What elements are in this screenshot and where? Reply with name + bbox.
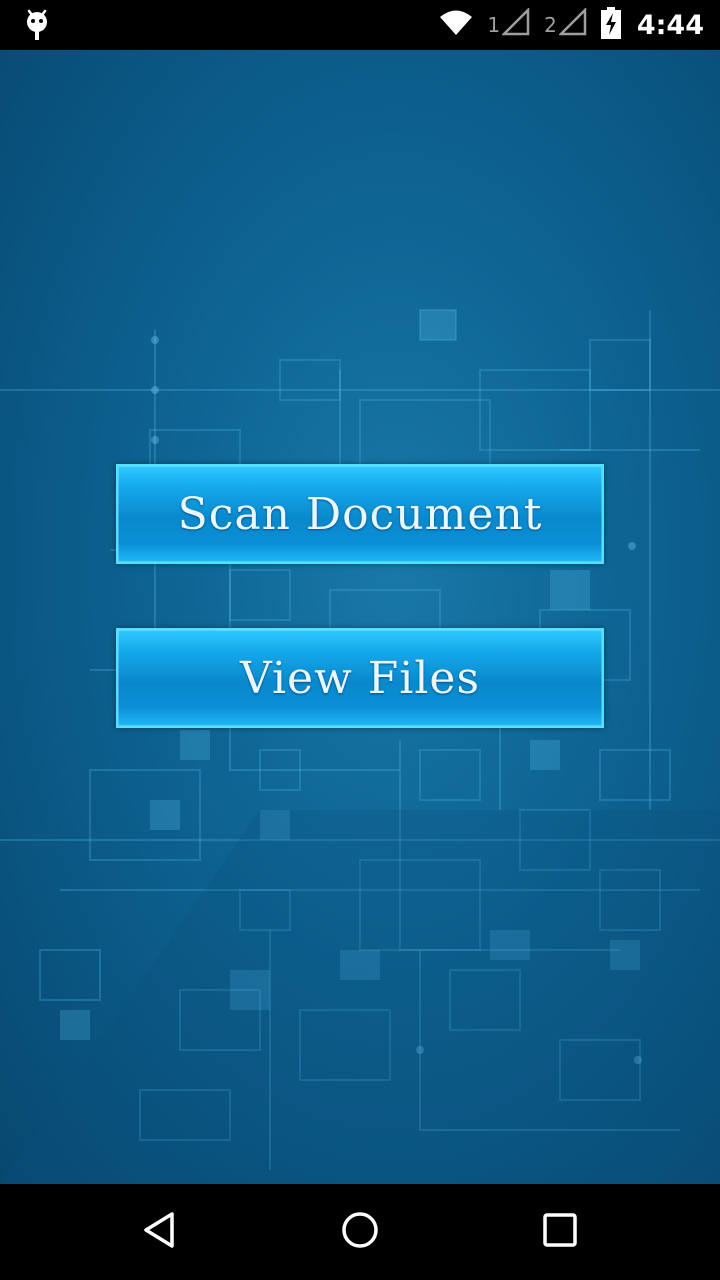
back-button[interactable] <box>100 1184 220 1280</box>
signal-icon <box>557 6 587 40</box>
battery-charging-icon <box>600 7 621 43</box>
status-bar: 1 2 4:44 <box>0 0 720 50</box>
sim1-label: 1 <box>487 13 501 37</box>
recent-apps-icon <box>540 1210 580 1254</box>
view-files-label: View Files <box>239 652 481 704</box>
clock: 4:44 <box>636 9 704 41</box>
scan-document-button[interactable]: Scan Document <box>116 464 604 564</box>
sim1-signal: 1 <box>487 6 530 40</box>
main-screen: Scan Document View Files <box>0 50 720 1184</box>
view-files-button[interactable]: View Files <box>116 628 604 728</box>
home-button[interactable] <box>300 1184 420 1280</box>
scan-document-label: Scan Document <box>177 488 543 540</box>
circuit-background <box>0 309 720 1184</box>
recent-apps-button[interactable] <box>500 1184 620 1280</box>
signal-icon <box>501 6 530 40</box>
navigation-bar <box>0 1184 720 1280</box>
back-icon <box>140 1210 180 1254</box>
wifi-icon <box>439 10 473 40</box>
home-icon <box>340 1210 380 1254</box>
sim2-signal: 2 <box>544 6 587 40</box>
android-debug-icon <box>24 9 50 41</box>
sim2-label: 2 <box>544 13 557 37</box>
